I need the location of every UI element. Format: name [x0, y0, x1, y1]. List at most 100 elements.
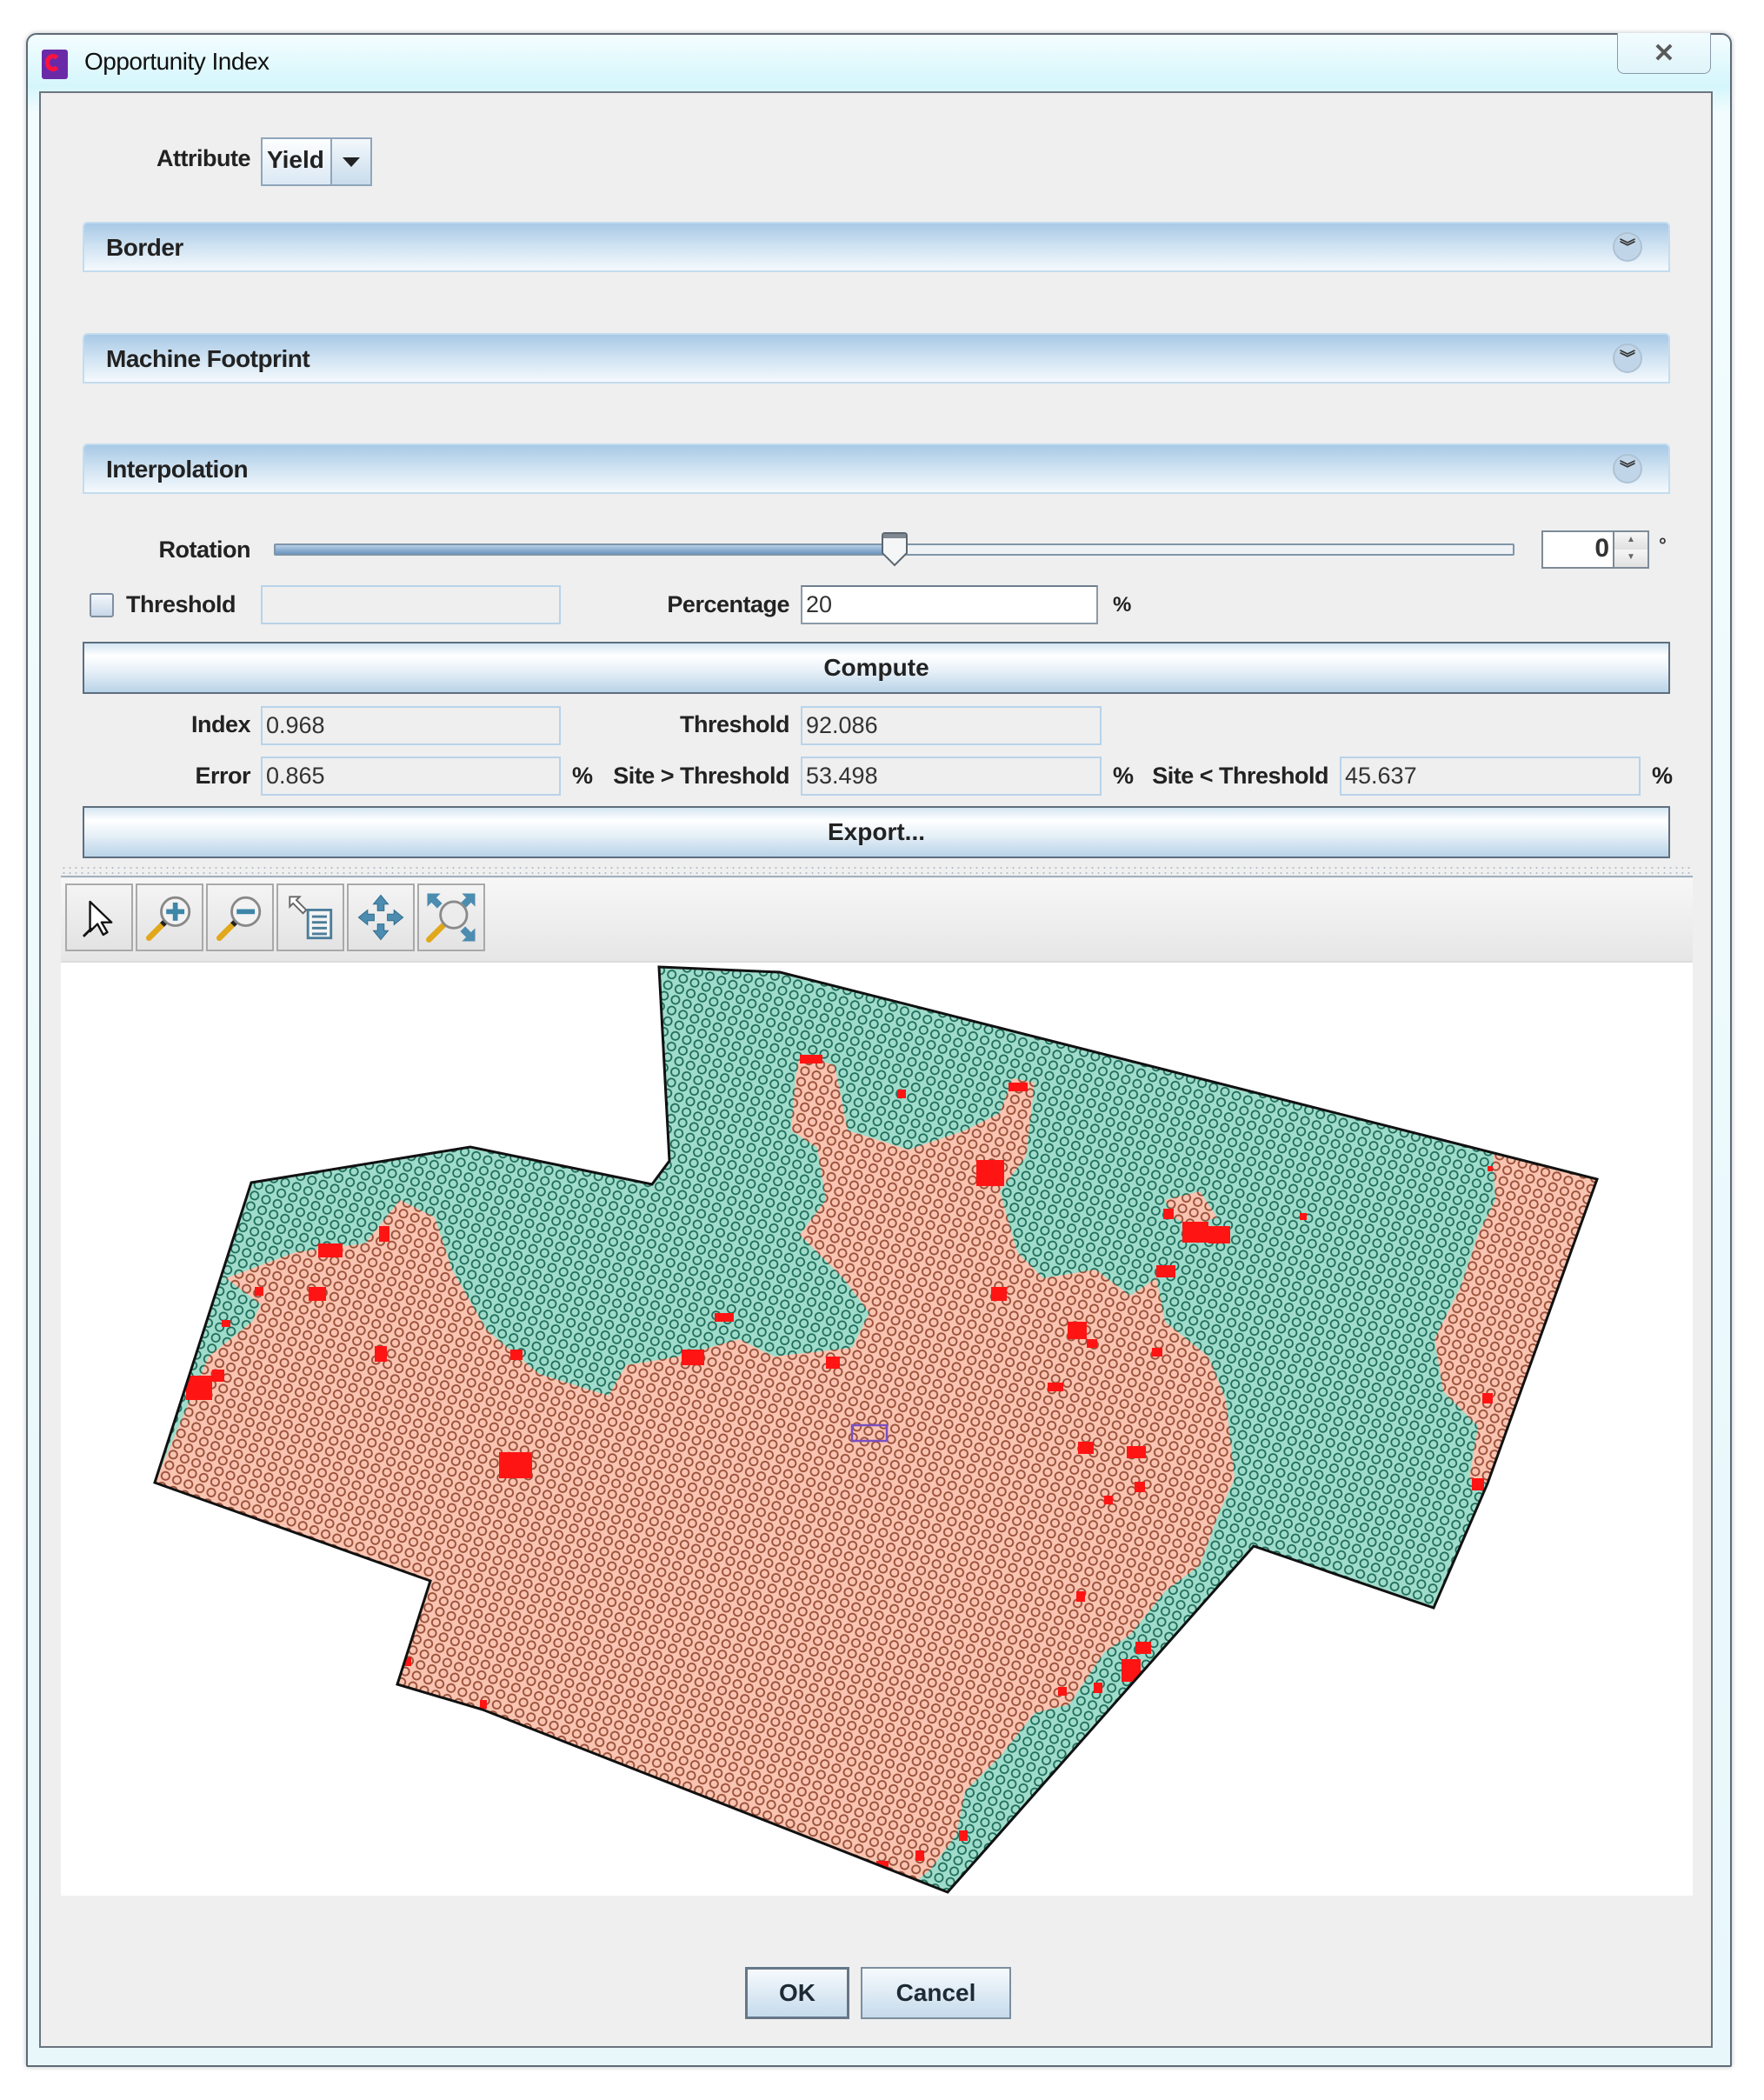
rotation-slider-fill	[276, 545, 895, 554]
split-pane-divider[interactable]	[61, 865, 1693, 877]
rotation-label: Rotation	[158, 537, 251, 563]
attribute-dropdown[interactable]: Yield	[261, 137, 372, 186]
zoom-extent-button[interactable]	[417, 883, 485, 951]
site-below-unit: %	[1652, 763, 1673, 789]
panel-interpolation-title: Interpolation	[106, 456, 249, 483]
double-chevron-down-icon[interactable]: ︾	[1613, 343, 1642, 373]
zoom-in-icon	[145, 896, 191, 942]
boundary-cell	[1008, 1083, 1028, 1091]
boundary-cell	[1087, 1339, 1097, 1348]
threshold-checkbox-label: Threshold	[126, 591, 236, 617]
select-pointer-button[interactable]	[65, 883, 133, 951]
boundary-cell	[1078, 1442, 1094, 1454]
boundary-cell	[499, 1452, 532, 1478]
cancel-button[interactable]: Cancel	[861, 1967, 1011, 2019]
boundary-cell	[976, 1160, 1004, 1186]
boundary-cell	[1208, 1226, 1230, 1243]
boundary-cell	[715, 1313, 734, 1322]
zoom-in-button[interactable]	[136, 883, 203, 951]
boundary-cell	[318, 1243, 343, 1257]
boundary-cell	[510, 1350, 523, 1360]
boundary-cell	[255, 1287, 263, 1296]
boundary-cell	[915, 1850, 924, 1861]
boundary-cell	[1300, 1213, 1307, 1220]
panel-border-title: Border	[106, 234, 183, 261]
threshold-result-value: 92.086	[801, 706, 1102, 745]
boundary-cell	[1488, 1166, 1493, 1171]
boundary-cell	[1058, 1687, 1067, 1696]
compute-button[interactable]: Compute	[83, 642, 1670, 694]
error-value: 0.865	[261, 757, 561, 796]
boundary-cell	[1152, 1348, 1162, 1357]
site-below-value: 45.637	[1340, 757, 1641, 796]
error-label: Error	[195, 763, 250, 789]
boundary-cell	[682, 1350, 704, 1365]
spinner-up-icon[interactable]: ▲	[1613, 532, 1648, 550]
index-value: 0.968	[261, 706, 561, 745]
boundary-cell	[1482, 1393, 1493, 1403]
boundary-cell	[1076, 1591, 1085, 1602]
zoom-out-icon	[216, 896, 262, 942]
boundary-cell	[379, 1226, 389, 1242]
boundary-cell	[1156, 1265, 1175, 1277]
rotation-spinner[interactable]: 0 ▲ ▼	[1541, 530, 1649, 569]
site-below-label: Site < Threshold	[1152, 763, 1328, 789]
ok-button[interactable]: OK	[745, 1967, 849, 2019]
rotation-slider-thumb[interactable]	[881, 532, 909, 567]
zoom-extent-icon	[426, 893, 476, 943]
double-chevron-down-icon[interactable]: ︾	[1613, 232, 1642, 262]
close-icon: ✕	[1653, 38, 1675, 68]
map-toolbar	[61, 878, 1693, 963]
double-chevron-down-icon[interactable]: ︾	[1613, 454, 1642, 483]
zoom-out-button[interactable]	[206, 883, 274, 951]
error-unit: %	[572, 763, 593, 789]
boundary-cell	[222, 1320, 230, 1327]
panel-machine-footprint-title: Machine Footprint	[106, 345, 310, 372]
percentage-input[interactable]: 20	[801, 585, 1098, 624]
percentage-unit: %	[1113, 593, 1131, 617]
pan-button[interactable]	[347, 883, 415, 951]
identify-button[interactable]	[276, 883, 344, 951]
panel-machine-footprint[interactable]: Machine Footprint ︾	[83, 333, 1670, 383]
boundary-cell	[1048, 1383, 1063, 1391]
rotation-value: 0	[1594, 534, 1609, 563]
attribute-selected-value: Yield	[263, 139, 332, 184]
close-button[interactable]: ✕	[1617, 33, 1711, 74]
site-above-value: 53.498	[801, 757, 1102, 796]
threshold-checkbox[interactable]	[90, 593, 114, 617]
site-above-label: Site > Threshold	[613, 763, 789, 789]
boundary-cell	[897, 1090, 906, 1098]
export-button[interactable]: Export...	[83, 806, 1670, 858]
boundary-cell	[1127, 1446, 1146, 1458]
percentage-label: Percentage	[667, 591, 789, 617]
boundary-cell	[186, 1376, 212, 1400]
map-canvas[interactable]	[61, 963, 1693, 1896]
boundary-cell	[480, 1700, 487, 1709]
info-list-icon	[289, 896, 333, 940]
panel-border[interactable]: Border ︾	[83, 222, 1670, 272]
threshold-result-label: Threshold	[679, 711, 790, 737]
pan-arrows-icon	[357, 894, 404, 941]
boundary-cell	[1163, 1209, 1174, 1219]
boundary-cell	[1472, 1478, 1484, 1490]
panel-interpolation[interactable]: Interpolation ︾	[83, 443, 1670, 494]
boundary-cell	[1463, 1130, 1468, 1136]
boundary-cell	[1068, 1322, 1087, 1339]
pointer-icon	[82, 900, 113, 937]
boundary-cell	[1104, 1496, 1113, 1504]
attribute-label: Attribute	[156, 145, 250, 171]
site-above-unit: %	[1113, 763, 1134, 789]
degree-unit: °	[1659, 534, 1667, 556]
boundary-cell	[309, 1287, 326, 1301]
chevron-down-icon[interactable]	[332, 139, 370, 184]
spinner-down-icon[interactable]: ▼	[1613, 550, 1648, 567]
boundary-cell	[1135, 1642, 1151, 1654]
window-title: Opportunity Index	[84, 48, 270, 75]
field-map	[153, 965, 1599, 1894]
boundary-cell	[991, 1287, 1007, 1301]
boundary-cell	[1135, 1482, 1145, 1492]
threshold-input[interactable]	[261, 585, 561, 624]
boundary-cell	[1182, 1222, 1208, 1243]
boundary-cell	[375, 1346, 387, 1362]
app-icon	[42, 50, 68, 79]
